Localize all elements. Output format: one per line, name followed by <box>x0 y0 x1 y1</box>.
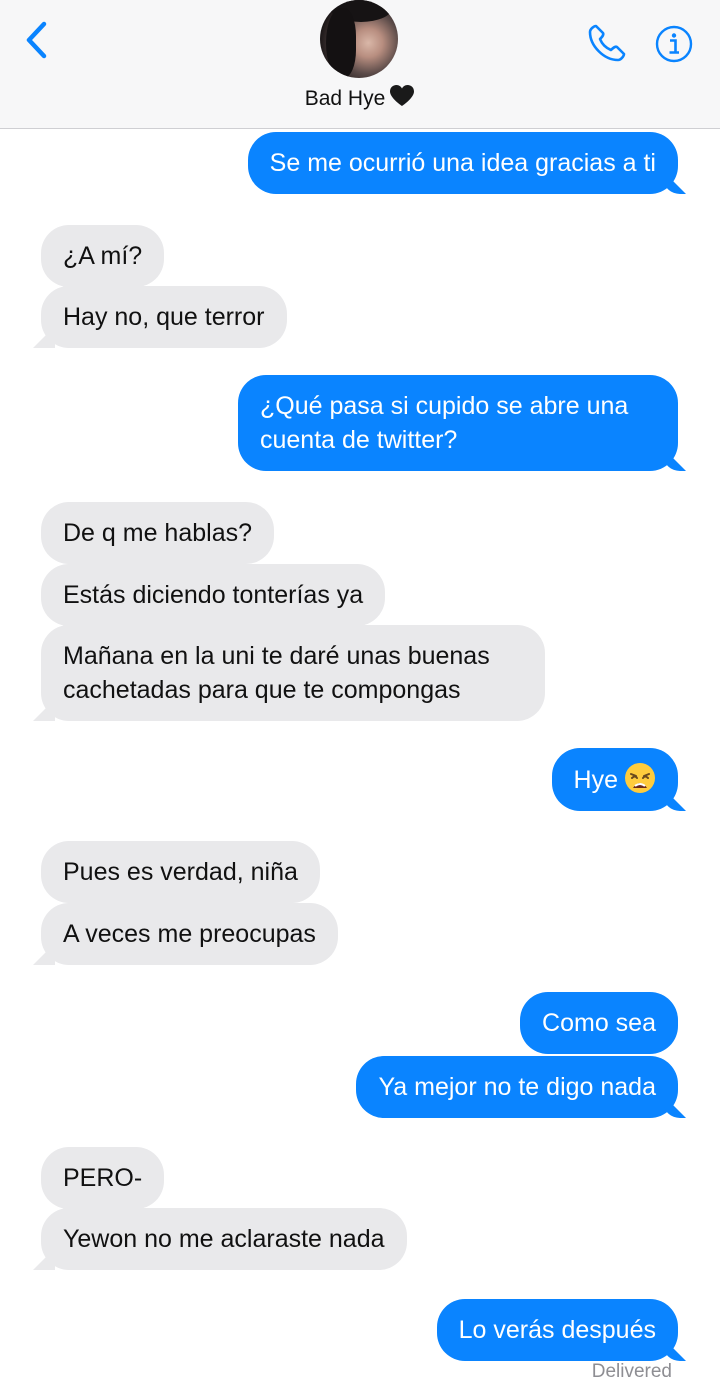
message-bubble-sent[interactable]: Como sea <box>520 992 678 1054</box>
back-button[interactable] <box>20 20 56 60</box>
black-heart-icon <box>390 85 415 106</box>
message-bubble-sent[interactable]: Se me ocurrió una idea gracias a ti <box>247 132 678 194</box>
call-button[interactable] <box>586 22 628 64</box>
message-bubble-sent[interactable]: Lo verás después <box>436 1299 678 1361</box>
delivery-status: Delivered <box>591 1361 672 1382</box>
message-bubble-received[interactable]: De q me hablas? <box>41 502 275 564</box>
weary-face-emoji-icon <box>625 763 655 793</box>
phone-icon <box>588 24 626 62</box>
message-bubble-received[interactable]: Estás diciendo tonterías ya <box>41 564 386 626</box>
message-bubble-received[interactable]: Hay no, que terror <box>41 286 287 348</box>
info-icon <box>655 25 693 63</box>
message-bubble-received[interactable]: Mañana en la uni te daré unas buenas cac… <box>41 625 545 721</box>
contact-name[interactable]: Bad Hye <box>0 84 720 111</box>
message-text: Hye <box>573 766 618 794</box>
message-bubble-received[interactable]: ¿A mí? <box>41 225 165 287</box>
avatar[interactable] <box>320 0 398 78</box>
conversation-header: Bad Hye <box>0 0 720 129</box>
info-button[interactable] <box>655 25 693 63</box>
message-bubble-sent[interactable]: Ya mejor no te digo nada <box>356 1056 678 1118</box>
message-bubble-received[interactable]: Yewon no me aclaraste nada <box>41 1208 407 1270</box>
message-bubble-received[interactable]: A veces me preocupas <box>41 903 338 965</box>
message-bubble-received[interactable]: Pues es verdad, niña <box>41 841 320 903</box>
chevron-left-icon <box>26 21 47 59</box>
message-bubble-sent[interactable]: ¿Qué pasa si cupido se abre una cuenta d… <box>238 375 678 471</box>
message-bubble-sent[interactable]: Hye <box>551 748 678 811</box>
message-bubble-received[interactable]: PERO- <box>41 1147 165 1209</box>
